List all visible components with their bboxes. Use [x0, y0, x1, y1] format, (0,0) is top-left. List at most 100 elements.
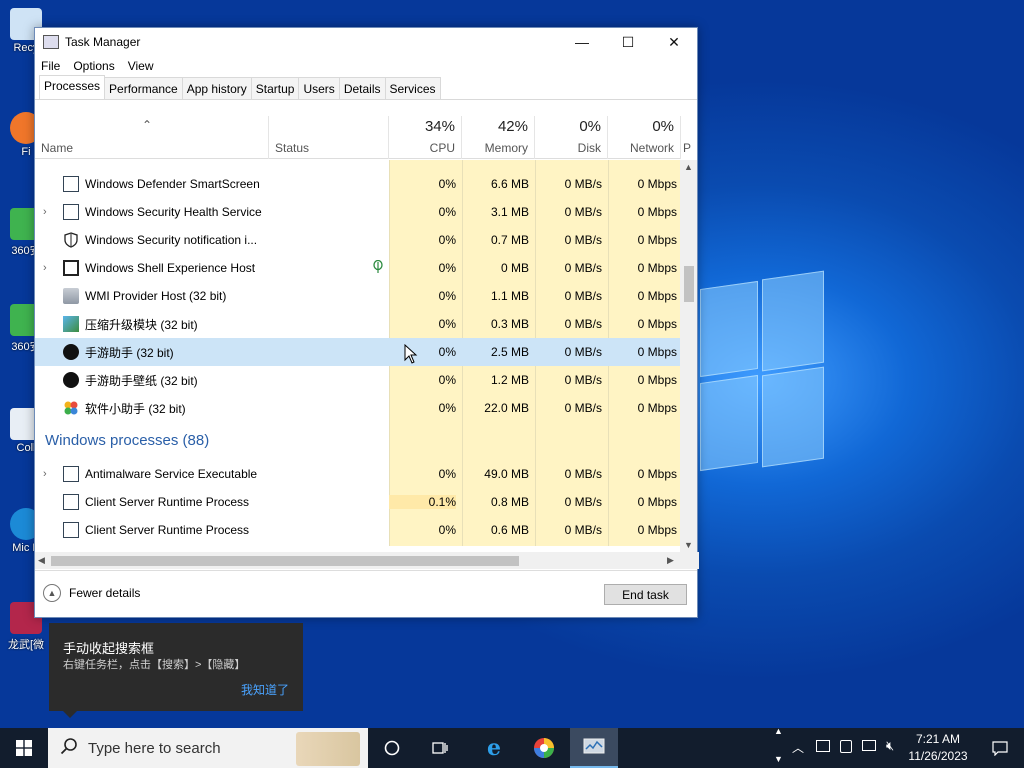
- menu-file[interactable]: File: [41, 59, 60, 73]
- toast-dismiss-link[interactable]: 我知道了: [241, 681, 289, 698]
- volume-muted-icon[interactable]: 🔇︎: [886, 738, 894, 754]
- scroll-left-icon[interactable]: ◀: [38, 555, 45, 566]
- app-window-icon: [63, 260, 79, 276]
- process-row[interactable]: Windows Security notification i... 0% 0.…: [35, 226, 681, 254]
- scroll-up-small-icon[interactable]: ▲: [774, 726, 783, 736]
- process-row[interactable]: › Antimalware Service Executable 0% 49.0…: [35, 460, 681, 488]
- minimize-button[interactable]: —: [559, 28, 605, 56]
- expand-chevron-icon[interactable]: ›: [43, 206, 47, 218]
- process-cpu: 0%: [438, 261, 456, 275]
- task-manager-taskbar-button[interactable]: [570, 728, 618, 768]
- process-name: WMI Provider Host (32 bit): [85, 289, 227, 303]
- action-center-button[interactable]: [976, 728, 1024, 768]
- process-row[interactable]: Client Server Runtime Process 0% 0.6 MB …: [35, 516, 681, 544]
- footer: ▲ Fewer details End task: [35, 570, 697, 617]
- scroll-down-icon[interactable]: ▼: [684, 540, 693, 550]
- search-placeholder: Type here to search: [88, 739, 221, 757]
- process-cpu: 0%: [438, 523, 456, 537]
- cortana-button[interactable]: [368, 728, 416, 768]
- menu-options[interactable]: Options: [73, 59, 114, 73]
- process-network: 0 Mbps: [637, 177, 677, 191]
- process-row[interactable]: WMI Provider Host (32 bit) 0% 1.1 MB 0 M…: [35, 282, 681, 310]
- process-memory: 49.0 MB: [484, 467, 529, 481]
- tab-users[interactable]: Users: [298, 77, 340, 99]
- process-row[interactable]: Windows Defender SmartScreen 0% 6.6 MB 0…: [35, 170, 681, 198]
- scroll-up-icon[interactable]: ▲: [684, 162, 693, 172]
- network-icon[interactable]: [862, 740, 876, 751]
- process-memory: 0 MB: [500, 261, 529, 275]
- process-disk: 0 MB/s: [564, 233, 602, 247]
- end-task-button[interactable]: End task: [604, 584, 687, 605]
- search-icon: [60, 737, 78, 760]
- process-row-selected[interactable]: 手游助手 (32 bit) 0% 2.5 MB 0 MB/s 0 Mbps: [35, 338, 681, 366]
- fewer-details-button[interactable]: ▲ Fewer details: [43, 584, 140, 602]
- process-network: 0 Mbps: [637, 345, 677, 359]
- toast-body: 右键任务栏，点击【搜索】>【隐藏】: [63, 659, 246, 671]
- horizontal-scrollbar[interactable]: ◀ ▶: [35, 552, 699, 569]
- process-name: 手游助手 (32 bit): [85, 345, 174, 360]
- column-name-label: Name: [41, 141, 74, 155]
- ie-taskbar-button[interactable]: e: [470, 728, 518, 768]
- column-status[interactable]: Status: [269, 116, 389, 159]
- process-cpu: 0%: [438, 205, 456, 219]
- process-name: Windows Shell Experience Host: [85, 261, 256, 275]
- process-list: Windows Defender SmartScreen 0% 6.6 MB 0…: [35, 160, 681, 546]
- tray-app-icon[interactable]: [816, 740, 830, 752]
- column-memory[interactable]: 42% Memory: [462, 116, 535, 159]
- vertical-scroll-thumb[interactable]: [684, 266, 694, 302]
- vertical-scrollbar[interactable]: ▲ ▼: [680, 160, 697, 552]
- process-name: Antimalware Service Executable: [85, 467, 258, 481]
- horizontal-scroll-thumb[interactable]: [51, 556, 519, 566]
- group-header[interactable]: Windows processes (88): [35, 424, 681, 456]
- expand-chevron-icon[interactable]: ›: [43, 262, 47, 274]
- app-window-icon: [63, 204, 79, 220]
- process-name: Windows Security notification i...: [85, 233, 258, 247]
- tab-services[interactable]: Services: [384, 77, 441, 99]
- process-name: Client Server Runtime Process: [85, 495, 250, 509]
- taskbar-search-box[interactable]: Type here to search: [48, 728, 368, 768]
- expand-chevron-icon[interactable]: ›: [43, 468, 47, 480]
- tab-details[interactable]: Details: [338, 77, 386, 99]
- tab-app-history[interactable]: App history: [181, 77, 252, 99]
- tab-processes[interactable]: Processes: [39, 75, 106, 99]
- tab-strip: Processes Performance App history Startu…: [35, 75, 697, 100]
- tray-device-icon[interactable]: [840, 740, 852, 753]
- scroll-right-icon[interactable]: ▶: [667, 555, 674, 566]
- column-status-label: Status: [275, 141, 310, 155]
- windows-start-icon: [16, 740, 32, 756]
- column-name[interactable]: ⌃ Name: [35, 116, 269, 159]
- process-network: 0 Mbps: [637, 401, 677, 415]
- taskbar: Type here to search e ▲ ▼ ︿ 🔇︎ 7:21 AM 1…: [0, 726, 1024, 768]
- tab-startup[interactable]: Startup: [250, 77, 300, 99]
- process-row[interactable]: › Windows Shell Experience Host 0% 0 MB …: [35, 254, 681, 282]
- internet-explorer-icon: e: [487, 735, 501, 761]
- toast-title: 手动收起搜索框: [63, 641, 155, 656]
- process-network: 0 Mbps: [637, 495, 677, 509]
- column-disk[interactable]: 0% Disk: [535, 116, 608, 159]
- process-row[interactable]: Client Server Runtime Process 0.1% 0.8 M…: [35, 488, 681, 516]
- process-network: 0 Mbps: [637, 233, 677, 247]
- browser-taskbar-button[interactable]: [520, 728, 568, 768]
- menu-view[interactable]: View: [128, 59, 154, 73]
- shield-icon: [63, 232, 79, 248]
- process-row[interactable]: 软件小助手 (32 bit) 0% 22.0 MB 0 MB/s 0 Mbps: [35, 394, 681, 422]
- clock-date: 11/26/2023: [908, 749, 968, 763]
- process-row[interactable]: › Windows Security Health Service 0% 3.1…: [35, 198, 681, 226]
- scroll-down-small-icon[interactable]: ▼: [774, 754, 783, 764]
- process-memory: 6.6 MB: [490, 177, 529, 191]
- taskbar-clock[interactable]: 7:21 AM 11/26/2023: [902, 731, 974, 765]
- start-button[interactable]: [0, 728, 48, 768]
- maximize-button[interactable]: ☐: [605, 28, 651, 56]
- process-row[interactable]: 手游助手壁纸 (32 bit) 0% 1.2 MB 0 MB/s 0 Mbps: [35, 366, 681, 394]
- column-network[interactable]: 0% Network: [608, 116, 681, 159]
- task-view-button[interactable]: [416, 728, 464, 768]
- column-cpu[interactable]: 34% CPU: [389, 116, 462, 159]
- close-button[interactable]: ✕: [651, 28, 697, 56]
- process-memory: 0.3 MB: [490, 317, 529, 331]
- show-hidden-icons-icon[interactable]: ︿: [792, 739, 804, 756]
- task-manager-icon: [43, 35, 59, 49]
- tab-performance[interactable]: Performance: [104, 77, 183, 99]
- process-disk: 0 MB/s: [564, 205, 602, 219]
- column-power[interactable]: P: [681, 116, 695, 159]
- process-row[interactable]: 压缩升级模块 (32 bit) 0% 0.3 MB 0 MB/s 0 Mbps: [35, 310, 681, 338]
